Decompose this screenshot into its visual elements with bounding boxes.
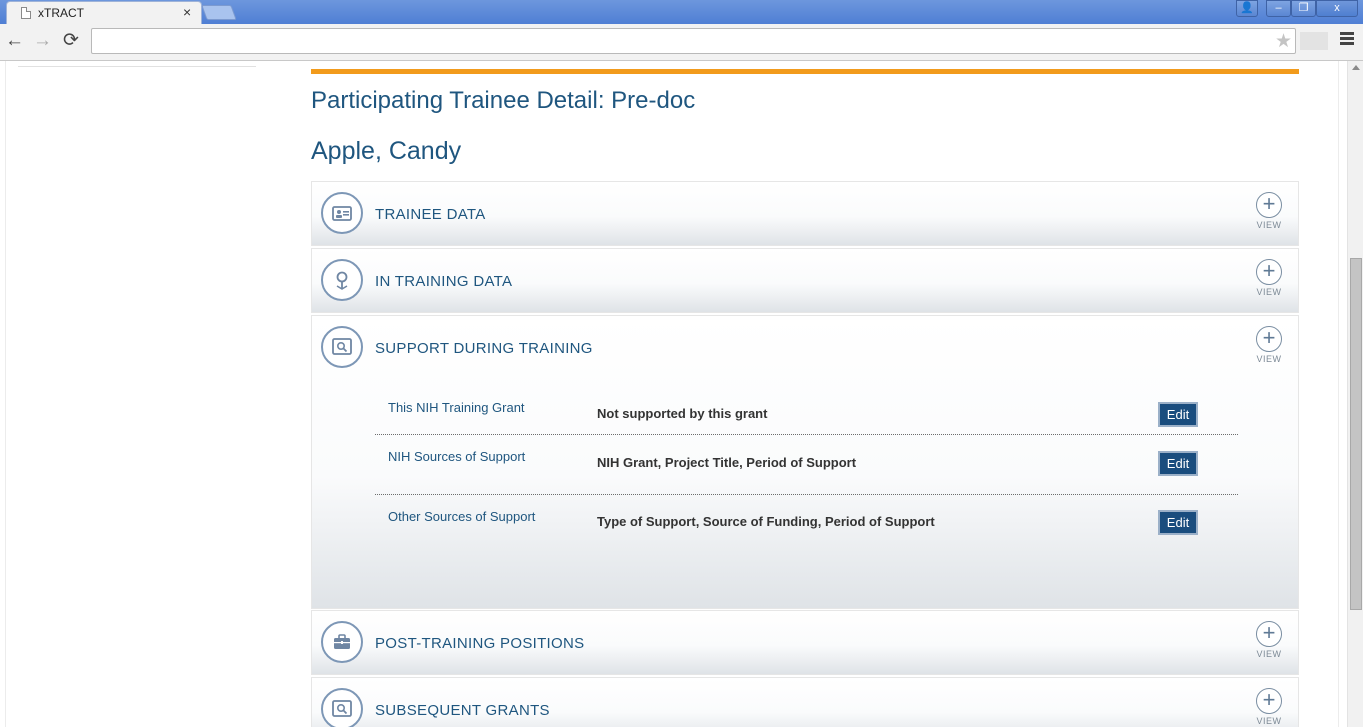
tab-title: xTRACT (38, 6, 84, 20)
view-toggle[interactable]: + VIEW (1255, 621, 1283, 659)
left-border (5, 61, 6, 727)
support-row-label: NIH Sources of Support (388, 449, 526, 464)
page-icon (21, 7, 31, 19)
section-title: SUPPORT DURING TRAINING (375, 340, 593, 357)
id-card-icon (321, 192, 363, 234)
support-row-label: Other Sources of Support (388, 509, 536, 524)
close-window-button[interactable]: x (1316, 0, 1358, 17)
section-title: IN TRAINING DATA (375, 273, 513, 290)
view-toggle[interactable]: + VIEW (1255, 192, 1283, 230)
view-label: VIEW (1256, 220, 1282, 230)
scroll-up-arrow-icon[interactable] (1352, 65, 1360, 70)
view-label: VIEW (1256, 716, 1282, 726)
trainee-name: Apple, Candy (311, 137, 462, 165)
browser-toolbar: ← → ⟳ ★ (0, 24, 1363, 61)
edit-nih-training-grant-button[interactable]: Edit (1158, 402, 1198, 427)
support-row-value: Not supported by this grant (597, 406, 768, 421)
back-arrow-icon[interactable]: ← (5, 30, 24, 52)
minimize-button[interactable]: – (1266, 0, 1291, 17)
support-row-value: NIH Grant, Project Title, Period of Supp… (597, 455, 857, 470)
reload-icon[interactable]: ⟳ (63, 30, 79, 52)
edit-nih-sources-button[interactable]: Edit (1158, 451, 1198, 476)
page-title: Participating Trainee Detail: Pre-doc (311, 87, 696, 114)
row-divider (375, 494, 1238, 495)
support-row-value: Type of Support, Source of Funding, Peri… (597, 514, 935, 529)
section-title: SUBSEQUENT GRANTS (375, 702, 550, 719)
briefcase-icon (321, 621, 363, 663)
section-title: TRAINEE DATA (375, 206, 486, 223)
new-tab-button[interactable] (201, 5, 237, 20)
bookmark-star-icon[interactable]: ★ (1275, 30, 1292, 53)
section-title: POST-TRAINING POSITIONS (375, 635, 585, 652)
view-label: VIEW (1256, 287, 1282, 297)
maximize-button[interactable]: ❐ (1291, 0, 1316, 17)
plus-icon[interactable]: + (1256, 259, 1282, 285)
plus-icon[interactable]: + (1256, 192, 1282, 218)
section-post-training-positions[interactable]: POST-TRAINING POSITIONS + VIEW (311, 610, 1299, 675)
extension-button[interactable] (1300, 32, 1328, 50)
view-toggle[interactable]: + VIEW (1255, 259, 1283, 297)
plus-icon[interactable]: + (1256, 621, 1282, 647)
plus-icon[interactable]: + (1256, 326, 1282, 352)
page-content: Participating Trainee Detail: Pre-doc Ap… (0, 61, 1347, 727)
vertical-scrollbar[interactable] (1347, 61, 1363, 727)
right-border (1338, 61, 1339, 727)
section-subsequent-grants[interactable]: SUBSEQUENT GRANTS + VIEW (311, 677, 1299, 727)
plus-icon[interactable]: + (1256, 688, 1282, 714)
scroll-thumb[interactable] (1350, 258, 1362, 610)
map-pin-icon (321, 259, 363, 301)
view-toggle[interactable]: + VIEW (1255, 688, 1283, 726)
magnifier-icon (321, 688, 363, 727)
browser-menu-icon[interactable] (1340, 32, 1354, 47)
sidebar-divider (18, 66, 256, 67)
view-toggle[interactable]: + VIEW (1255, 326, 1283, 364)
view-label: VIEW (1256, 354, 1282, 364)
edit-other-sources-button[interactable]: Edit (1158, 510, 1198, 535)
view-label: VIEW (1256, 649, 1282, 659)
support-row-label: This NIH Training Grant (388, 400, 525, 415)
row-divider (375, 434, 1238, 435)
browser-tab[interactable]: xTRACT × (6, 1, 202, 24)
user-profile-button[interactable]: 👤 (1236, 0, 1258, 17)
address-bar[interactable]: ★ (91, 28, 1296, 54)
section-trainee-data[interactable]: TRAINEE DATA + VIEW (311, 181, 1299, 246)
forward-arrow-icon[interactable]: → (33, 30, 52, 52)
tab-close-icon[interactable]: × (183, 4, 191, 20)
browser-title-bar: xTRACT × 👤 – ❐ x (0, 0, 1363, 24)
magnifier-icon (321, 326, 363, 368)
section-in-training-data[interactable]: IN TRAINING DATA + VIEW (311, 248, 1299, 313)
accent-bar (311, 69, 1299, 74)
